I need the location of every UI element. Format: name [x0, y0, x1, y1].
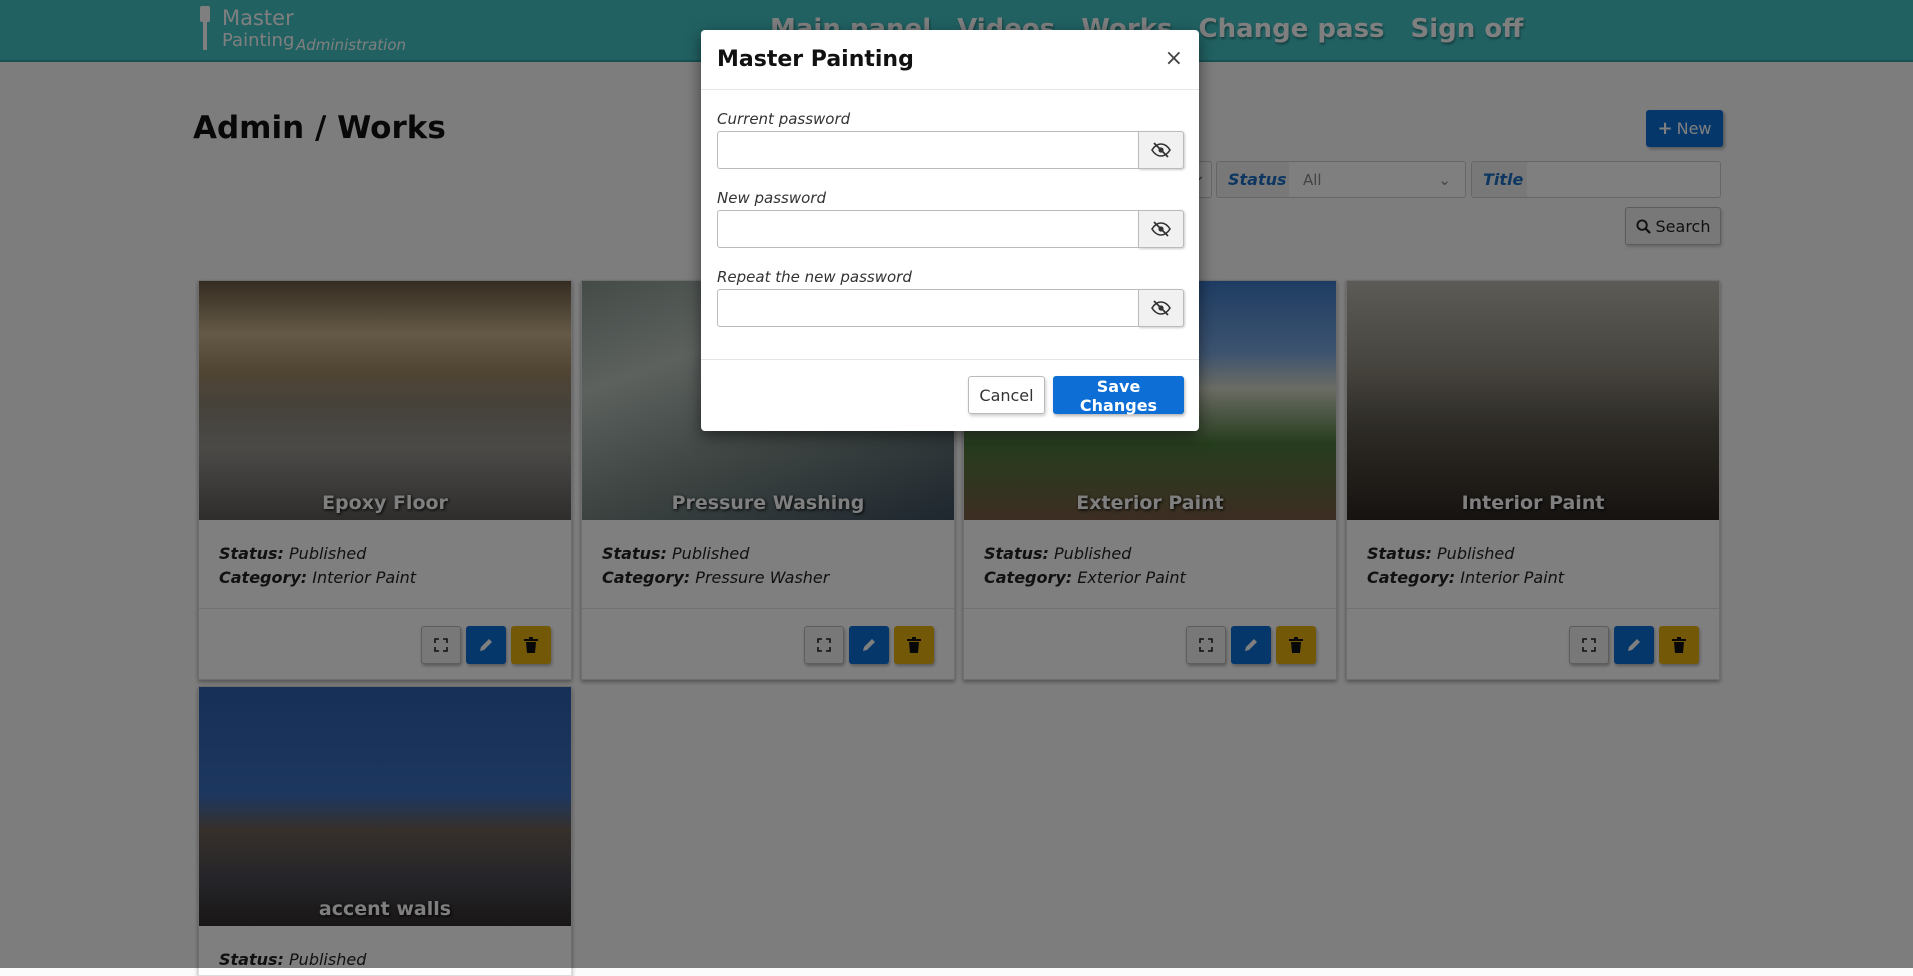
toggle-new-password-button[interactable]: [1138, 210, 1184, 248]
toggle-repeat-password-button[interactable]: [1138, 289, 1184, 327]
eye-slash-icon: [1151, 300, 1171, 316]
repeat-password-input[interactable]: [717, 289, 1139, 327]
current-password-label: Current password: [717, 110, 851, 128]
save-changes-button[interactable]: Save Changes: [1053, 376, 1184, 415]
current-password-input[interactable]: [717, 131, 1139, 169]
modal-footer: Cancel Save Changes: [701, 360, 1199, 430]
repeat-password-label: Repeat the new password: [717, 268, 912, 286]
cancel-button[interactable]: Cancel: [968, 376, 1045, 414]
eye-slash-icon: [1151, 142, 1171, 158]
eye-slash-icon: [1151, 221, 1171, 237]
close-icon[interactable]: ×: [1165, 48, 1183, 70]
modal-title: Master Painting: [717, 47, 914, 72]
toggle-current-password-button[interactable]: [1138, 131, 1184, 169]
change-password-modal: Master Painting × Current password New p…: [701, 30, 1199, 431]
modal-header: Master Painting ×: [701, 30, 1199, 90]
new-password-input[interactable]: [717, 210, 1139, 248]
new-password-label: New password: [717, 189, 826, 207]
modal-body: Current password New password Repeat the…: [701, 90, 1199, 360]
